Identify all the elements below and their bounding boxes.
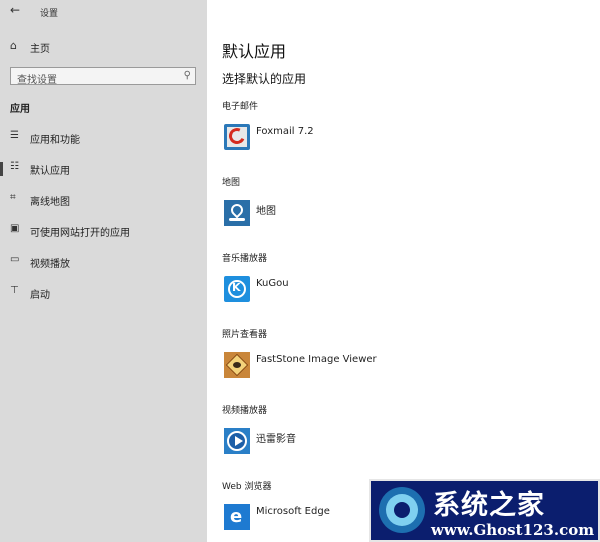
sidebar-item-label: 视频播放 xyxy=(30,259,70,270)
default-app-maps[interactable]: 地图 xyxy=(256,202,276,217)
sidebar-item-label: 应用和功能 xyxy=(30,135,80,146)
startup-icon: ⊤ xyxy=(10,285,19,296)
kugou-icon[interactable]: K xyxy=(224,276,250,302)
sidebar-item-apps-features[interactable]: ☰ 应用和功能 xyxy=(0,128,207,148)
sidebar: ← 设置 ⌂ 主页 查找设置 ⚲ 应用 ☰ 应用和功能 ☷ 默认应用 ⌗ 离线地… xyxy=(0,0,207,542)
category-label-video: 视频播放器 xyxy=(222,406,268,416)
apps-list-icon: ☰ xyxy=(10,130,19,141)
faststone-icon[interactable] xyxy=(224,352,250,378)
home-nav-item[interactable]: ⌂ 主页 xyxy=(10,39,200,55)
page-title: 默认应用 xyxy=(222,42,287,61)
watermark: 系统之家 www.Ghost123.com xyxy=(369,479,600,542)
sidebar-item-label: 启动 xyxy=(30,290,50,301)
back-arrow-icon[interactable]: ← xyxy=(10,3,20,17)
foxmail-icon[interactable] xyxy=(224,124,250,150)
sidebar-item-offline-maps[interactable]: ⌗ 离线地图 xyxy=(0,190,207,210)
section-label-apps: 应用 xyxy=(10,104,30,115)
search-placeholder: 查找设置 xyxy=(17,75,57,86)
selection-indicator xyxy=(0,162,3,176)
video-playback-icon: ▭ xyxy=(10,254,20,265)
default-app-browser[interactable]: Microsoft Edge xyxy=(256,506,330,517)
apps-for-websites-icon: ▣ xyxy=(10,223,20,234)
sidebar-item-apps-for-websites[interactable]: ▣ 可使用网站打开的应用 xyxy=(0,221,207,241)
home-icon: ⌂ xyxy=(10,39,17,52)
watermark-url: www.Ghost123.com xyxy=(431,521,595,539)
watermark-title: 系统之家 xyxy=(433,490,545,521)
default-app-photo[interactable]: FastStone Image Viewer xyxy=(256,354,377,365)
search-input[interactable]: 查找设置 ⚲ xyxy=(10,67,196,86)
page-subtitle: 选择默认的应用 xyxy=(222,72,307,86)
sidebar-item-startup[interactable]: ⊤ 启动 xyxy=(0,283,207,303)
edge-icon[interactable]: e xyxy=(224,504,250,530)
maps-icon[interactable] xyxy=(224,200,250,226)
home-label: 主页 xyxy=(30,44,50,55)
xunlei-player-icon[interactable] xyxy=(224,428,250,454)
watermark-logo-icon xyxy=(379,487,425,533)
offline-maps-icon: ⌗ xyxy=(10,192,16,203)
sidebar-item-label: 默认应用 xyxy=(30,166,70,177)
window-title: 设置 xyxy=(40,9,59,19)
sidebar-item-label: 离线地图 xyxy=(30,197,70,208)
sidebar-item-video-playback[interactable]: ▭ 视频播放 xyxy=(0,252,207,272)
sidebar-item-default-apps[interactable]: ☷ 默认应用 xyxy=(0,159,207,179)
category-label-maps: 地图 xyxy=(222,178,241,188)
default-app-email[interactable]: Foxmail 7.2 xyxy=(256,126,314,137)
title-bar: ← 设置 xyxy=(0,0,207,26)
category-label-photo: 照片查看器 xyxy=(222,330,268,340)
default-app-video[interactable]: 迅雷影音 xyxy=(256,430,296,445)
category-label-music: 音乐播放器 xyxy=(222,254,268,264)
category-label-browser: Web 浏览器 xyxy=(222,482,272,492)
default-app-music[interactable]: KuGou xyxy=(256,278,289,289)
default-apps-icon: ☷ xyxy=(10,161,19,172)
category-label-email: 电子邮件 xyxy=(222,102,259,112)
sidebar-item-label: 可使用网站打开的应用 xyxy=(30,228,130,239)
search-icon[interactable]: ⚲ xyxy=(184,70,191,81)
